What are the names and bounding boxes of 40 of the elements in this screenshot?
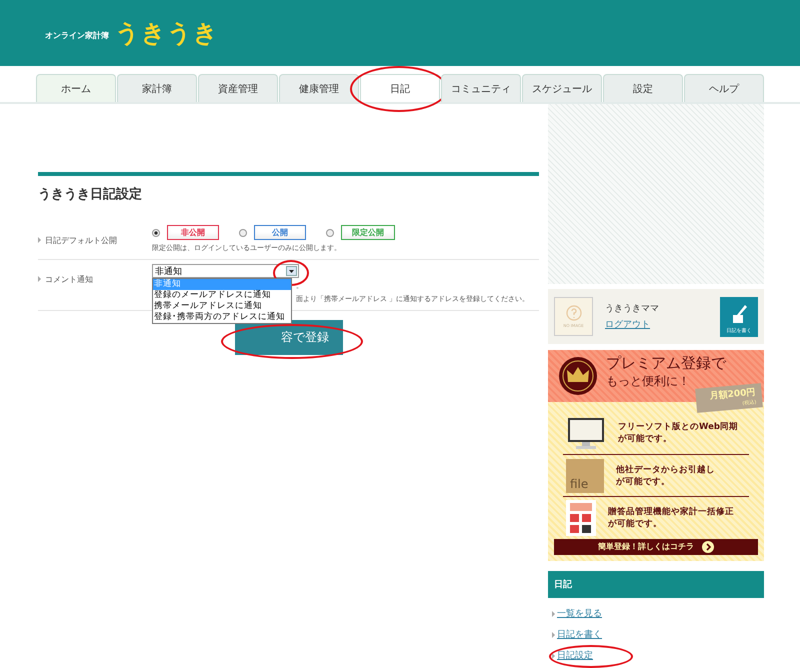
radio-button[interactable]	[239, 228, 247, 236]
premium-title: プレミアム登録で	[606, 354, 726, 373]
radio-button[interactable]	[326, 228, 334, 236]
page-title: うきうき日記設定	[38, 186, 143, 204]
nav-tab[interactable]: 設定	[603, 74, 683, 102]
user-name: うきうきママ	[605, 303, 660, 315]
sidebar-link[interactable]: 日記設定	[557, 649, 593, 662]
arrow-circle-icon	[702, 540, 714, 553]
signup-banner-button[interactable]: 簡単登録！詳しくはコチラ	[554, 538, 758, 555]
calculator-icon	[566, 500, 596, 536]
radio-button[interactable]	[152, 228, 160, 236]
nav-tab[interactable]: コミュニティ	[441, 74, 521, 102]
caret-icon[interactable]	[286, 266, 297, 276]
sidebar-link[interactable]: 一覧を見る	[557, 607, 602, 620]
monitor-icon	[566, 416, 606, 450]
visibility-tag: 非公開	[167, 225, 219, 240]
sidebar-link[interactable]: 日記を書く	[557, 628, 602, 641]
nav-tab[interactable]: 健康管理	[279, 74, 359, 102]
feature-text: 贈答品管理機能や家計一括修正 が可能です。	[608, 506, 734, 530]
visibility-tag: 公開	[254, 225, 306, 240]
feature-text: 他社データからお引越し が可能です。	[616, 464, 715, 488]
notification-dropdown[interactable]: 非通知	[152, 264, 299, 278]
question-icon	[566, 305, 582, 321]
nav-tab[interactable]: 資産管理	[198, 74, 278, 102]
crown-icon	[558, 356, 598, 396]
nav-tab[interactable]: 家計簿	[117, 74, 197, 102]
field-label: 日記デフォルト公開	[38, 225, 152, 253]
visibility-tag: 限定公開	[341, 225, 395, 240]
nav-tab[interactable]: ホーム	[36, 74, 116, 102]
premium-subtitle: もっと便利に！	[606, 372, 691, 390]
field-label: コメント通知	[38, 264, 152, 304]
feature-text: フリーソフト版とのWeb同期 が可能です。	[618, 420, 738, 445]
nav-tab[interactable]: ヘルプ	[684, 74, 764, 102]
logout-link[interactable]: ログアウト	[605, 318, 708, 331]
section-header: 日記	[548, 571, 764, 598]
folder-icon: file	[566, 458, 604, 493]
site-tagline: オンライン家計簿	[45, 30, 109, 40]
nav-tab[interactable]: 日記	[360, 74, 440, 102]
nav-tab[interactable]: スケジュール	[522, 74, 602, 102]
register-button[interactable]: 容で登録	[235, 320, 343, 355]
